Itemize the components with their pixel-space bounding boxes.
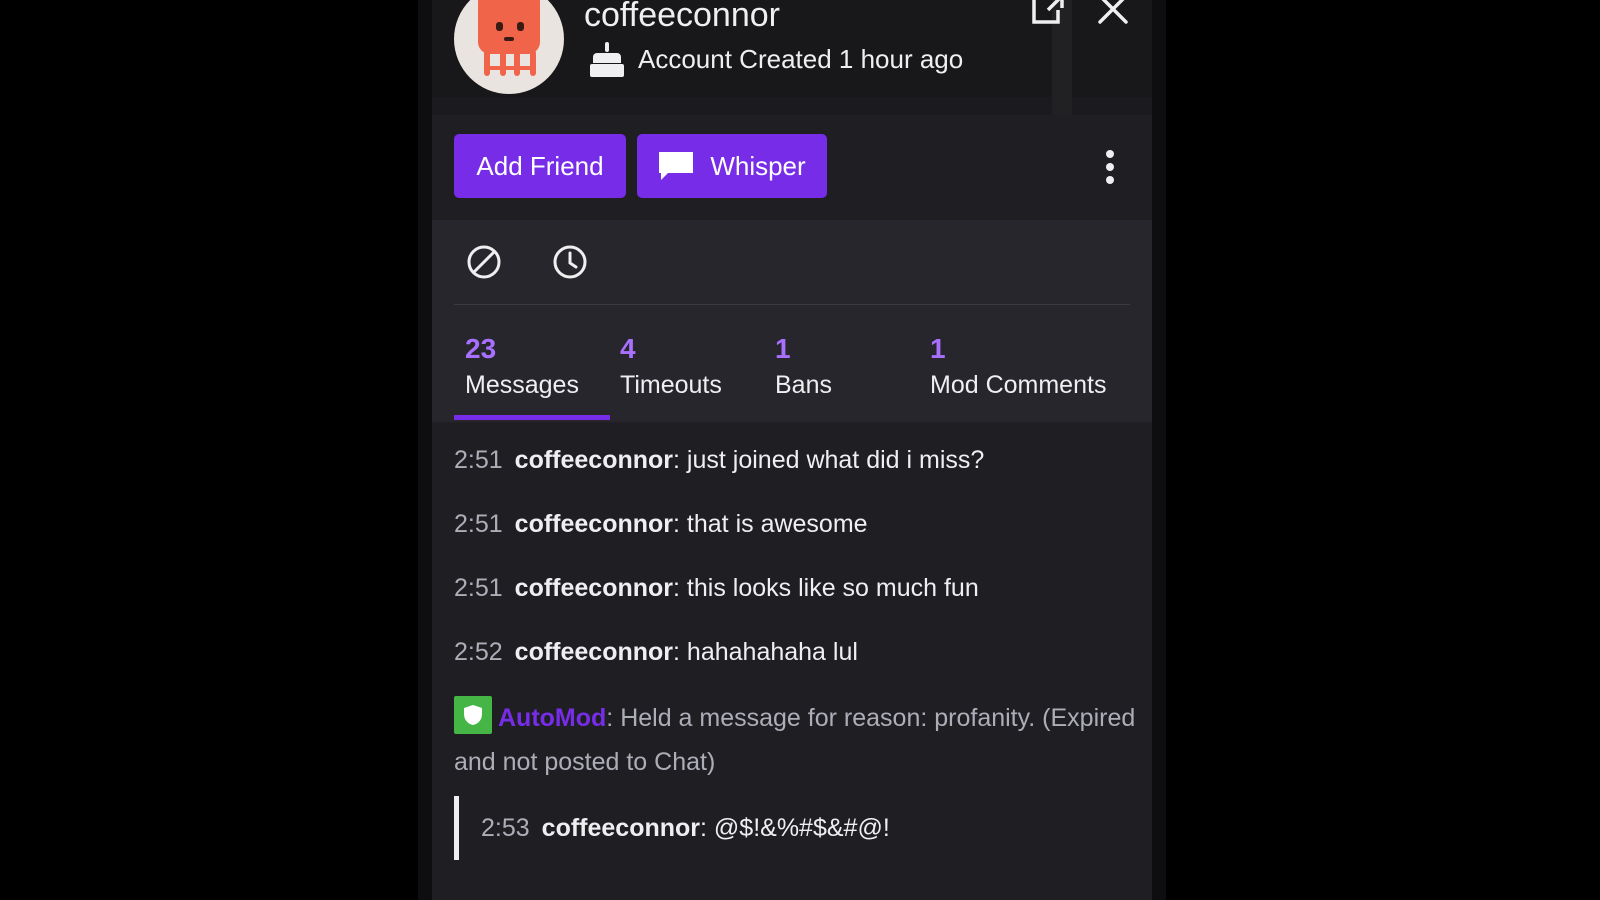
- account-created-text: Account Created 1 hour ago: [638, 43, 964, 74]
- more-options-icon[interactable]: [1098, 147, 1122, 187]
- message-text: : hahahahaha lul: [673, 638, 858, 666]
- bans-count: 1: [775, 333, 791, 364]
- message-time: 2:52: [454, 638, 503, 666]
- tab-messages[interactable]: 23 Messages: [465, 332, 579, 404]
- speech-bubble-icon: [659, 152, 694, 180]
- add-friend-button[interactable]: Add Friend: [454, 134, 626, 198]
- message-user[interactable]: coffeeconnor: [515, 638, 673, 666]
- add-friend-label: Add Friend: [476, 150, 604, 181]
- mod-tools: [466, 244, 588, 280]
- held-message-text: : @$!&%#$&#@!: [700, 814, 890, 842]
- whisper-label: Whisper: [710, 150, 806, 181]
- timeouts-count: 4: [620, 333, 636, 364]
- message-time: 2:51: [454, 574, 503, 602]
- message-history: 2:51 coffeeconnor: just joined what did i…: [454, 440, 1144, 860]
- bans-label: Bans: [775, 371, 832, 399]
- ban-icon[interactable]: [466, 244, 502, 280]
- shield-icon: [454, 696, 492, 735]
- list-item: 2:51 coffeeconnor: that is awesome: [454, 504, 1144, 568]
- messages-label: Messages: [465, 371, 579, 399]
- held-message-time: 2:53: [481, 814, 530, 842]
- username[interactable]: coffeeconnor: [584, 0, 780, 35]
- message-user[interactable]: coffeeconnor: [515, 446, 673, 474]
- cake-icon: [590, 40, 624, 78]
- automod-name: AutoMod: [498, 704, 607, 732]
- account-created-row: Account Created 1 hour ago: [590, 40, 963, 78]
- timeout-clock-icon[interactable]: [552, 244, 588, 280]
- close-icon[interactable]: [1096, 0, 1130, 26]
- backdrop-left: [0, 0, 418, 900]
- tab-mod-comments[interactable]: 1 Mod Comments: [930, 332, 1106, 404]
- mod-comments-label: Mod Comments: [930, 371, 1107, 399]
- message-time: 2:51: [454, 446, 503, 474]
- timeouts-label: Timeouts: [620, 371, 722, 399]
- backdrop-right: [1166, 0, 1600, 900]
- tab-bans[interactable]: 1 Bans: [775, 332, 832, 404]
- popout-icon[interactable]: [1030, 0, 1064, 24]
- message-text: : this looks like so much fun: [673, 574, 979, 602]
- message-user[interactable]: coffeeconnor: [515, 574, 673, 602]
- held-message-user[interactable]: coffeeconnor: [542, 814, 700, 842]
- user-actions: Add Friend Whisper: [432, 115, 1152, 220]
- automod-notice: AutoMod: Held a message for reason: prof…: [454, 696, 1144, 784]
- message-user[interactable]: coffeeconnor: [515, 510, 673, 538]
- message-text: : just joined what did i miss?: [673, 446, 985, 474]
- list-item: 2:51 coffeeconnor: this looks like so muc…: [454, 568, 1144, 632]
- message-time: 2:51: [454, 510, 503, 538]
- user-card: coffeeconnor Account Created 1 hour ago …: [418, 0, 1166, 900]
- held-message: 2:53 coffeeconnor: @$!&%#$&#@!: [454, 796, 1144, 860]
- active-tab-indicator: [454, 415, 610, 420]
- moderation-panel: 23 Messages 4 Timeouts 1 Bans 1 Mod Comm…: [432, 220, 1152, 422]
- user-card-header: coffeeconnor Account Created 1 hour ago: [432, 0, 1152, 115]
- whisper-button[interactable]: Whisper: [637, 134, 827, 198]
- list-item: 2:52 coffeeconnor: hahahahaha lul: [454, 632, 1144, 696]
- list-item: 2:51 coffeeconnor: just joined what did i…: [454, 440, 1144, 504]
- mod-comments-count: 1: [930, 333, 946, 364]
- divider: [454, 304, 1130, 305]
- message-text: : that is awesome: [673, 510, 868, 538]
- tab-timeouts[interactable]: 4 Timeouts: [620, 332, 722, 404]
- messages-count: 23: [465, 333, 497, 364]
